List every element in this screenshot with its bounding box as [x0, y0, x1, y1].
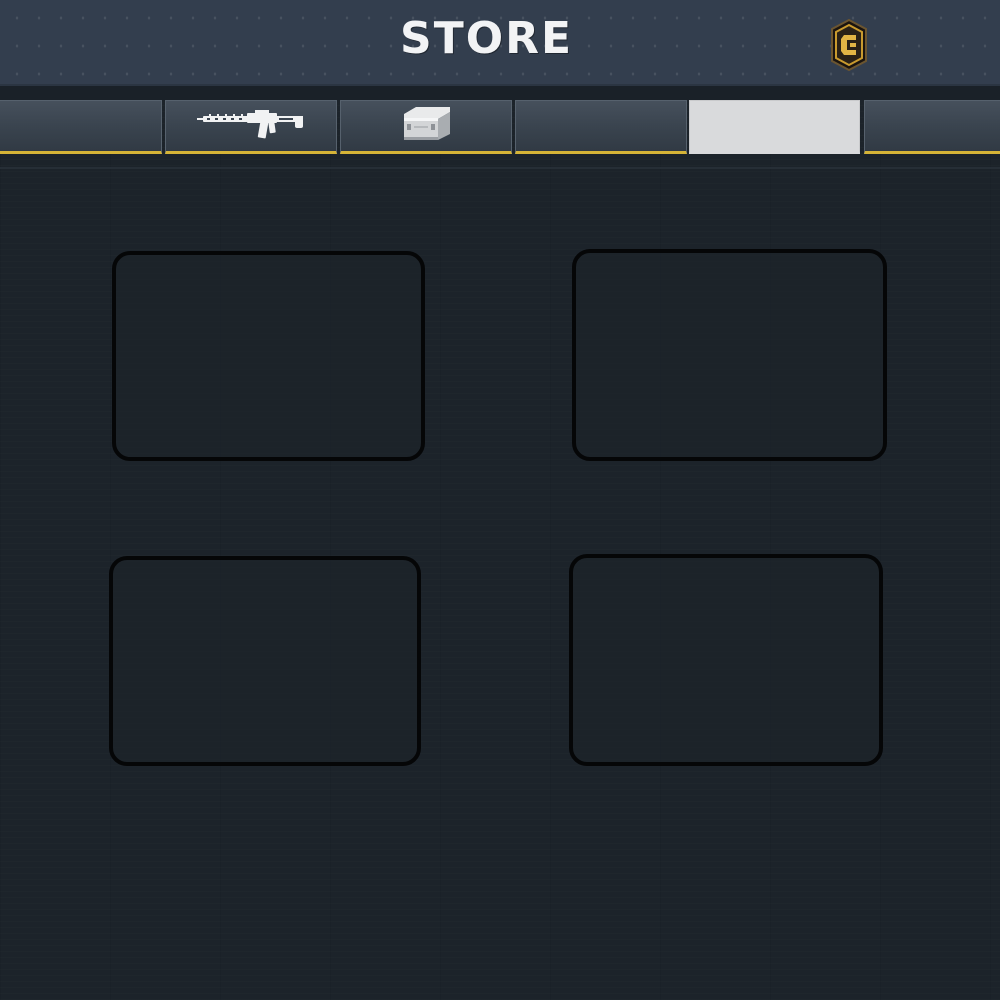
header-separator [0, 86, 1000, 100]
store-screen: STORE [0, 0, 1000, 1000]
tab-weapons[interactable] [165, 100, 337, 154]
store-item-slot[interactable] [109, 556, 421, 766]
renown-credits-icon[interactable] [828, 18, 870, 72]
tab-packs[interactable] [340, 100, 512, 154]
supply-crate-icon [398, 104, 454, 148]
tab-4[interactable] [515, 100, 687, 154]
tab-1[interactable] [0, 100, 162, 154]
assault-rifle-icon [197, 107, 305, 145]
store-item-slot[interactable] [112, 251, 425, 461]
store-item-slot[interactable] [569, 554, 883, 766]
tab-5[interactable] [689, 100, 860, 154]
tab-divider [0, 167, 1000, 169]
page-title: STORE [400, 13, 574, 64]
store-tab-bar [0, 100, 1000, 160]
tab-6[interactable] [864, 100, 1000, 154]
store-item-slot[interactable] [572, 249, 887, 461]
store-header: STORE [0, 0, 1000, 86]
